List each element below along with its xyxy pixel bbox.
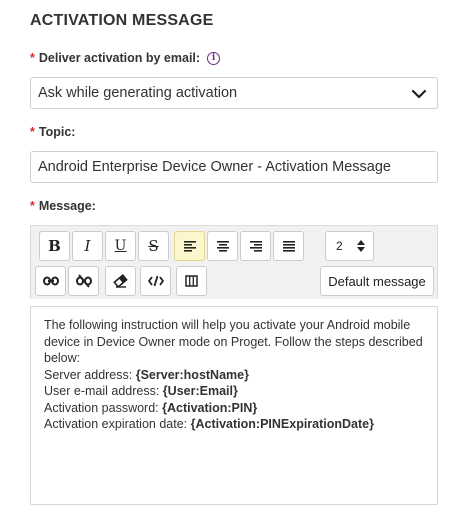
- align-justify-icon: [282, 240, 295, 252]
- align-left-button[interactable]: [174, 231, 205, 261]
- font-size-select[interactable]: 2: [325, 231, 374, 261]
- italic-button[interactable]: I: [72, 231, 103, 261]
- message-editor[interactable]: The following instruction will help you …: [30, 306, 438, 505]
- default-message-button[interactable]: Default message: [320, 266, 434, 296]
- eraser-icon: [113, 274, 128, 288]
- align-right-button[interactable]: [240, 231, 271, 261]
- topic-input[interactable]: Android Enterprise Device Owner - Activa…: [30, 151, 438, 183]
- chevron-down-icon: [411, 89, 427, 99]
- placeholder-token: {Server:hostName}: [135, 367, 249, 382]
- message-line: User e-mail address: {User:Email}: [44, 384, 238, 398]
- unlink-icon: [75, 274, 92, 288]
- placeholder-token: {Activation:PINExpirationDate}: [190, 417, 374, 431]
- topic-input-value: Android Enterprise Device Owner - Activa…: [38, 159, 391, 175]
- code-icon: [147, 275, 164, 287]
- message-label: * Message:: [30, 199, 96, 213]
- message-line: Server address: {Server:hostName}: [44, 367, 249, 382]
- topic-label: * Topic:: [30, 125, 75, 139]
- align-center-icon: [216, 240, 229, 252]
- font-size-value: 2: [336, 239, 343, 253]
- required-marker: *: [30, 199, 35, 213]
- clear-formatting-button[interactable]: [105, 266, 136, 296]
- message-label-text: Message:: [38, 199, 96, 213]
- message-line: Activation password: {Activation:PIN}: [44, 400, 258, 415]
- delivery-label-text: Deliver activation by email:: [38, 51, 201, 65]
- align-right-icon: [249, 240, 262, 252]
- delivery-label: * Deliver activation by email: i: [30, 51, 221, 65]
- underline-button[interactable]: U: [105, 231, 136, 261]
- align-left-icon: [183, 240, 196, 252]
- align-center-button[interactable]: [207, 231, 238, 261]
- delivery-select[interactable]: Ask while generating activation: [30, 77, 438, 109]
- insert-link-button[interactable]: [35, 266, 66, 296]
- link-icon: [42, 276, 59, 286]
- code-view-button[interactable]: [140, 266, 171, 296]
- columns-icon: [185, 275, 198, 287]
- strikethrough-button[interactable]: S: [138, 231, 169, 261]
- placeholder-token: {User:Email}: [162, 384, 238, 398]
- section-title: ACTIVATION MESSAGE: [30, 12, 214, 29]
- required-marker: *: [30, 51, 35, 65]
- required-marker: *: [30, 125, 35, 139]
- topic-label-text: Topic:: [38, 125, 76, 139]
- placeholder-token: {Activation:PIN}: [162, 400, 258, 415]
- info-circle-icon[interactable]: i: [207, 51, 221, 65]
- bold-button[interactable]: B: [39, 231, 70, 261]
- align-justify-button[interactable]: [273, 231, 304, 261]
- message-line: Activation expiration date: {Activation:…: [44, 417, 374, 431]
- editor-toolbar: B I U S 2 Default message: [30, 225, 438, 299]
- message-intro: The following instruction will help you …: [44, 318, 423, 365]
- table-button[interactable]: [176, 266, 207, 296]
- delivery-selected-value: Ask while generating activation: [38, 85, 238, 101]
- updown-arrows-icon: [357, 240, 365, 252]
- remove-link-button[interactable]: [68, 266, 99, 296]
